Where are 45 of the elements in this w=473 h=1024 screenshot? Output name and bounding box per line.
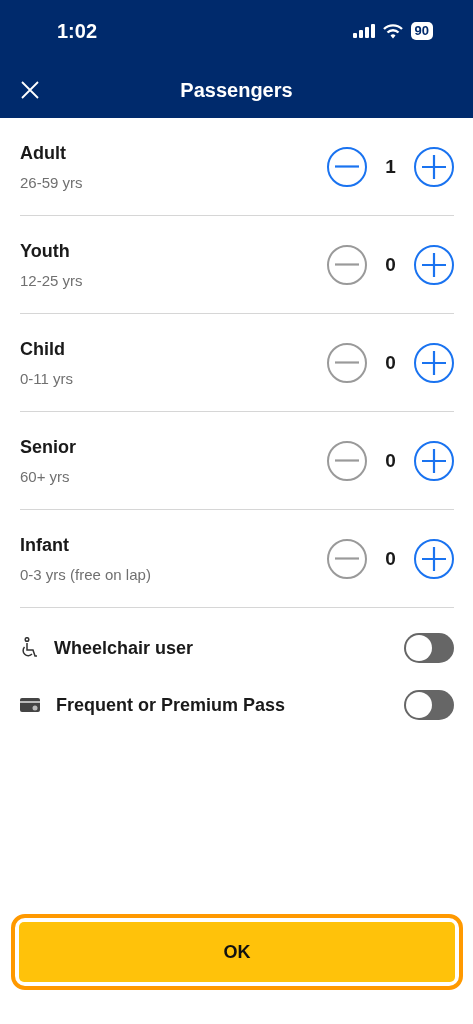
increment-button[interactable] (414, 538, 454, 579)
option-label: Frequent or Premium Pass (56, 694, 287, 716)
passenger-count: 1 (384, 155, 397, 178)
increment-button[interactable] (414, 342, 454, 383)
passenger-type: Senior (20, 436, 76, 458)
age-range: 60+ yrs (20, 467, 71, 485)
minus-icon (335, 459, 359, 462)
passenger-count: 0 (384, 449, 397, 472)
minus-icon (335, 361, 359, 364)
passenger-type: Youth (20, 240, 71, 262)
plus-icon (422, 546, 446, 571)
option-label: Wheelchair user (54, 637, 195, 659)
status-time: 1:02 (57, 19, 98, 43)
decrement-button[interactable] (327, 146, 367, 187)
battery-level: 90 (410, 22, 433, 40)
age-range: 0-3 yrs (free on lap) (20, 565, 151, 583)
passenger-count: 0 (384, 547, 397, 570)
passenger-count: 0 (384, 253, 397, 276)
increment-button[interactable] (414, 146, 454, 187)
close-icon (20, 80, 40, 100)
passenger-type: Infant (20, 534, 70, 556)
increment-button[interactable] (414, 244, 454, 285)
wheelchair-icon (20, 637, 38, 659)
plus-icon (422, 252, 446, 277)
passenger-type: Adult (20, 142, 67, 164)
toggle-switch[interactable] (404, 690, 454, 720)
age-range: 0-11 yrs (20, 369, 74, 387)
plus-icon (422, 154, 446, 179)
age-range: 26-59 yrs (20, 173, 83, 191)
wifi-icon (382, 23, 403, 39)
signal-icon (352, 24, 375, 38)
minus-icon (335, 263, 359, 266)
card-icon (20, 697, 40, 713)
passenger-count: 0 (384, 351, 397, 374)
increment-button[interactable] (414, 440, 454, 481)
minus-icon (335, 557, 359, 560)
close-button[interactable] (20, 80, 40, 100)
minus-icon (335, 165, 359, 168)
age-range: 12-25 yrs (20, 271, 83, 289)
toggle-switch[interactable] (404, 633, 454, 663)
plus-icon (422, 350, 446, 375)
plus-icon (422, 448, 446, 473)
passenger-type: Child (20, 338, 66, 360)
page-title: Passengers (180, 78, 293, 102)
ok-button[interactable]: OK (19, 922, 455, 982)
